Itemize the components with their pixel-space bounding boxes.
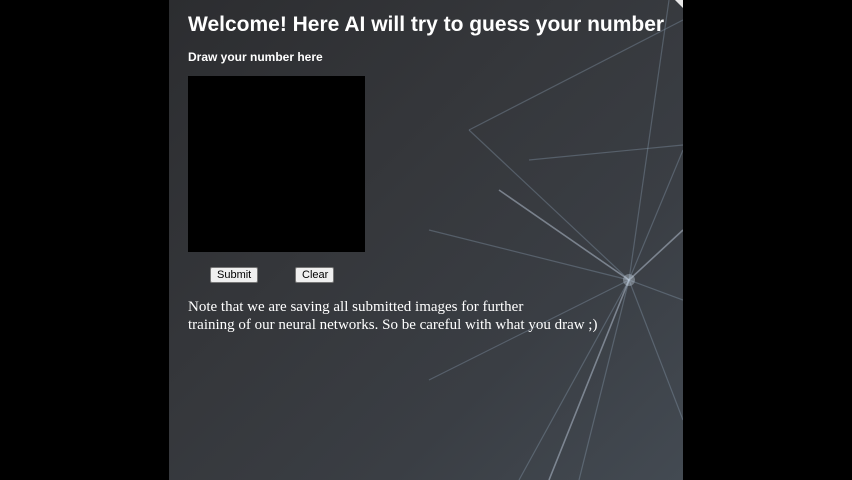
draw-label: Draw your number here (188, 50, 323, 64)
corner-decoration (675, 0, 683, 8)
main-panel: Welcome! Here AI will try to guess your … (169, 0, 683, 480)
clear-button[interactable]: Clear (295, 267, 334, 283)
privacy-note: Note that we are saving all submitted im… (188, 298, 668, 334)
submit-button[interactable]: Submit (210, 267, 258, 283)
privacy-note-line-1: Note that we are saving all submitted im… (188, 299, 524, 315)
page-title: Welcome! Here AI will try to guess your … (188, 13, 665, 36)
privacy-note-line-2: training of our neural networks. So be c… (188, 317, 598, 333)
drawing-canvas[interactable] (188, 76, 365, 252)
